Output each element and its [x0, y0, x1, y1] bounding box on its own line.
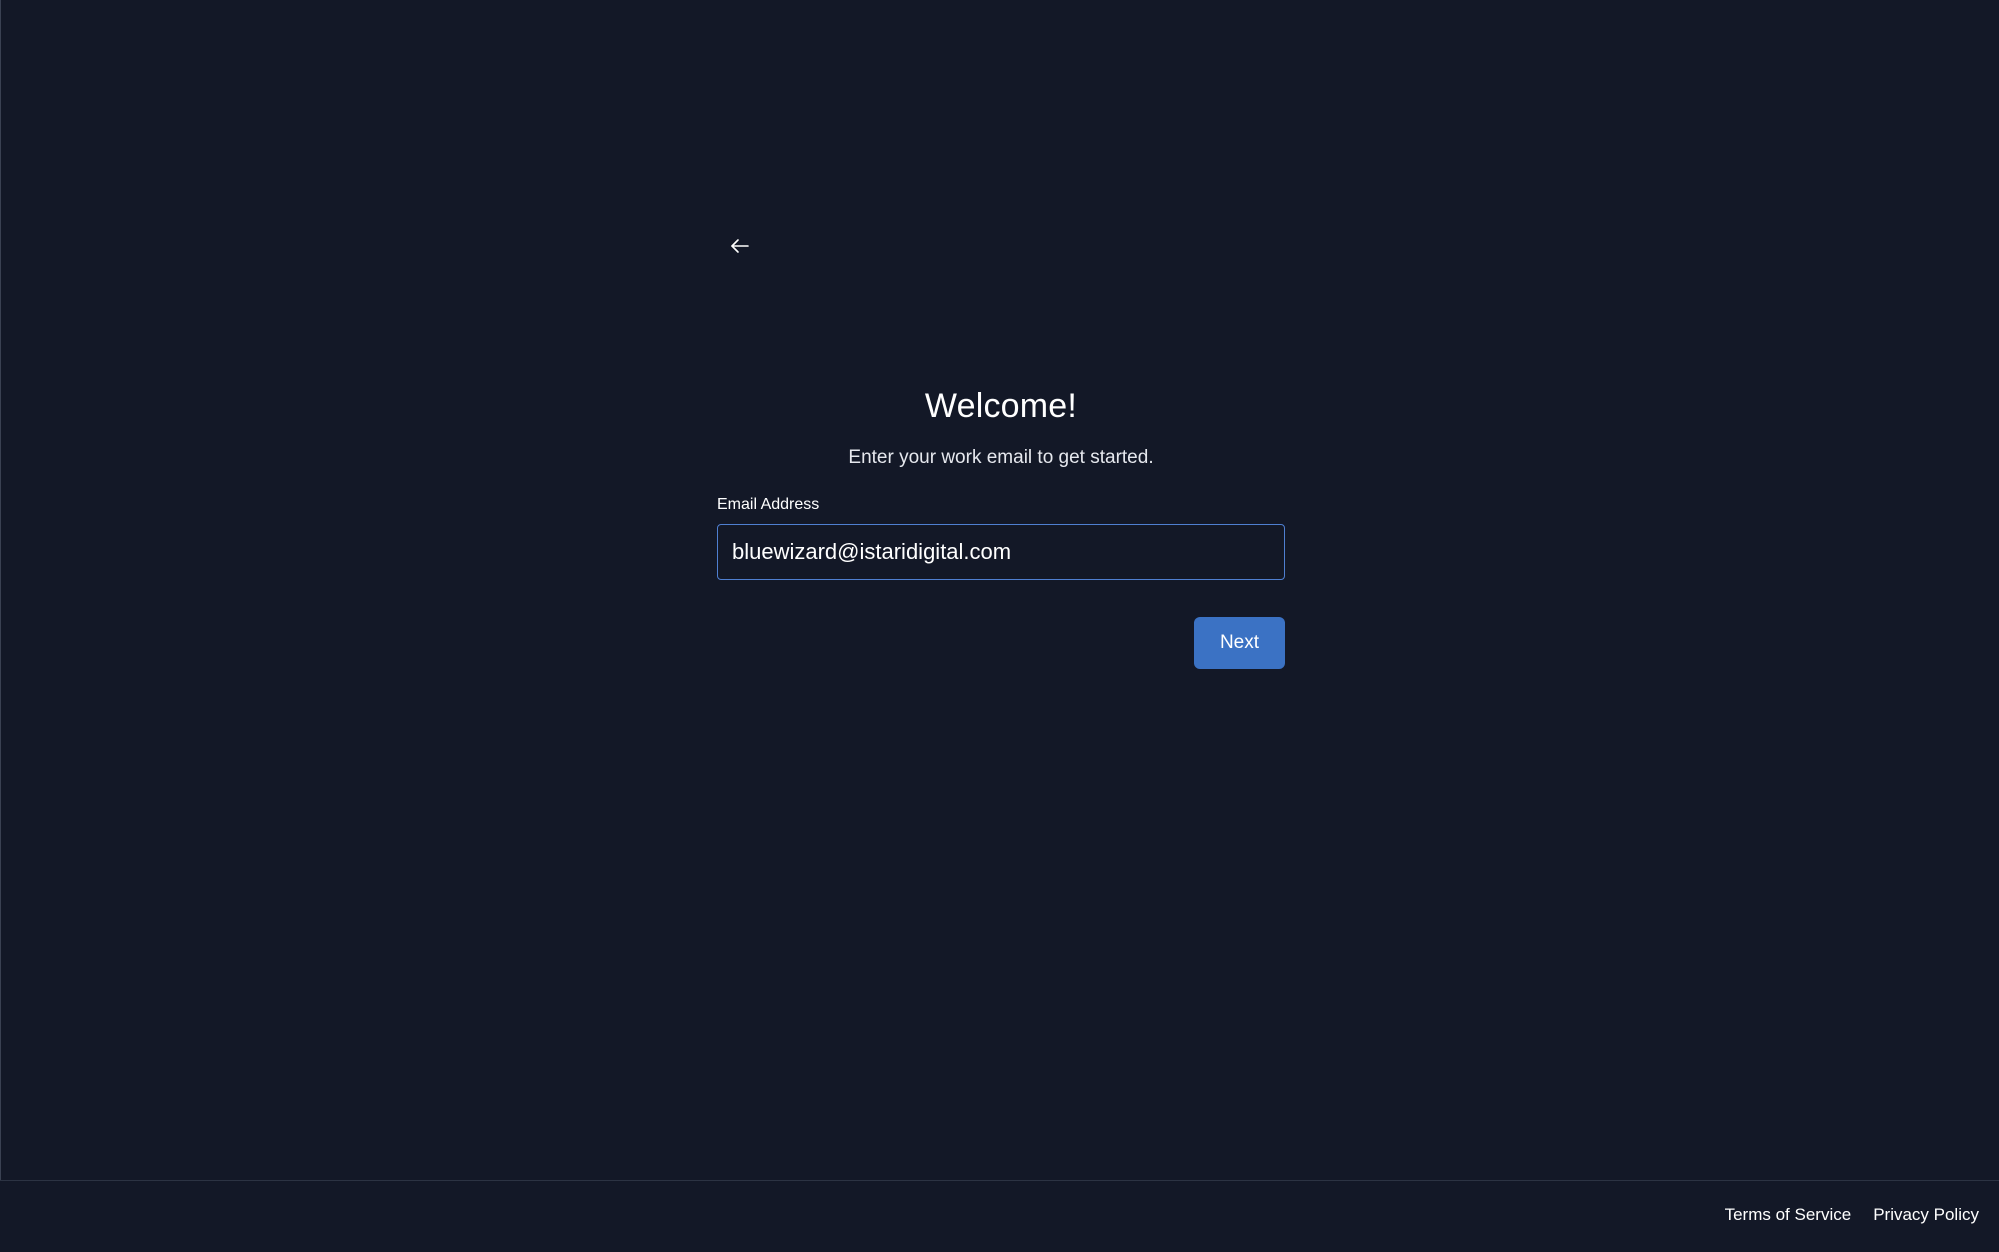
footer-links: Terms of Service Privacy Policy: [1725, 1203, 1979, 1227]
window-edge: [0, 0, 1, 1250]
terms-of-service-link[interactable]: Terms of Service: [1725, 1203, 1852, 1227]
arrow-left-icon: [728, 234, 752, 263]
email-field: [717, 524, 1285, 580]
login-page: Welcome! Enter your work email to get st…: [0, 0, 1999, 1252]
email-label: Email Address: [717, 496, 820, 513]
privacy-policy-link[interactable]: Privacy Policy: [1873, 1203, 1979, 1227]
next-button[interactable]: Next: [1194, 617, 1285, 669]
signin-form: Welcome! Enter your work email to get st…: [717, 380, 1285, 669]
back-button[interactable]: [722, 230, 758, 266]
page-subtitle: Enter your work email to get started.: [848, 447, 1154, 468]
form-actions: Next: [717, 617, 1285, 669]
footer: Terms of Service Privacy Policy: [0, 1180, 1999, 1250]
page-title: Welcome!: [924, 387, 1078, 425]
email-input[interactable]: [718, 525, 1284, 579]
